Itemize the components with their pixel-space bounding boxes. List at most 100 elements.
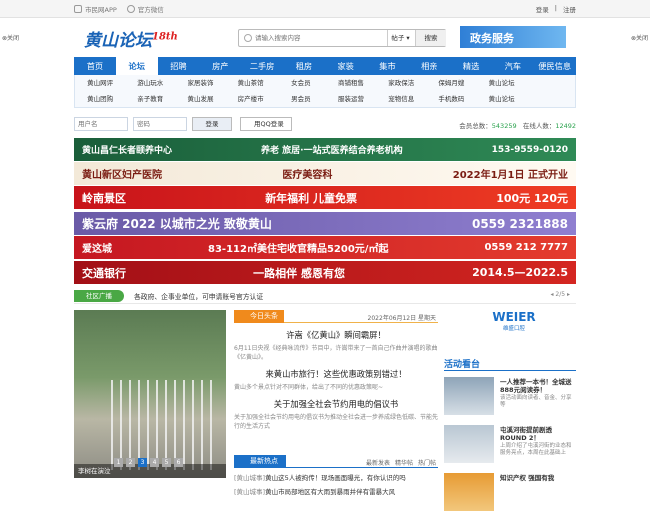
broadcast-text[interactable]: 各政府、企事业单位，可申请账号官方认证 bbox=[134, 291, 263, 301]
hot-topics: 最新热点 最新发表 精华帖 热门帖 [黄山城事]黄山这5人被拘传！现场画面曝光，有你… bbox=[234, 455, 438, 496]
app-link[interactable]: 市民网APP bbox=[74, 4, 117, 14]
sub-nav-item[interactable]: 保姆月嫂 bbox=[426, 76, 476, 91]
hot-text: 黄山这5人被拘传！现场画面曝光，有你认识的吗 bbox=[265, 474, 406, 482]
nav-item-3[interactable]: 房产 bbox=[199, 57, 241, 75]
hot-item[interactable]: [黄山城事]黄山市局部地区有大雨到暴雨并伴有雷暴大风 bbox=[234, 486, 438, 496]
activity-title: 屯溪河街提前剧透 ROUND 2！ bbox=[500, 426, 552, 442]
page-dot[interactable]: 5 bbox=[162, 458, 171, 467]
nav-item-4[interactable]: 二手房 bbox=[241, 57, 283, 75]
activity-header: 活动看台 bbox=[444, 357, 576, 371]
hot-tab[interactable]: 热门帖 bbox=[418, 458, 436, 467]
register-link[interactable]: 注册 bbox=[563, 4, 576, 14]
activity-desc: 该活动面向读者、音金、分享等 bbox=[500, 395, 572, 408]
search-button[interactable]: 搜索 bbox=[415, 30, 446, 46]
hot-label: 最新热点 bbox=[234, 455, 286, 468]
sub-nav-item[interactable]: 黄山论坛 bbox=[477, 76, 527, 91]
sub-nav-item[interactable]: 男会员 bbox=[276, 92, 326, 107]
wechat-icon bbox=[126, 5, 135, 13]
sub-nav-item[interactable]: 黄山论坛 bbox=[477, 92, 527, 107]
top-bar-right: 登录 | 注册 bbox=[535, 4, 576, 14]
sub-nav-item[interactable]: 亲子教育 bbox=[125, 92, 175, 107]
ad-banner[interactable]: 爱这城 83-112㎡美住宅收官精品5200元/㎡起 0559 212 7777 bbox=[74, 236, 576, 259]
site-logo[interactable]: 黄山论坛18th bbox=[84, 26, 178, 51]
hot-item[interactable]: [黄山城事]黄山这5人被拘传！现场画面曝光，有你认识的吗 bbox=[234, 472, 438, 482]
login-button[interactable]: 登录 bbox=[192, 117, 232, 131]
today-header: 今日头条 2022年06月12日 星期天 bbox=[234, 310, 438, 323]
banner-left: 岭南景区 bbox=[82, 191, 126, 205]
hot-tab[interactable]: 最新发表 bbox=[366, 458, 390, 467]
username-input[interactable] bbox=[74, 117, 128, 131]
banner-mid: 养老 旅居·一站式医养结合养老机构 bbox=[261, 146, 403, 156]
banner-mid: 新年福利 儿童免票 bbox=[265, 191, 358, 205]
nav-item-2[interactable]: 招聘 bbox=[158, 57, 200, 75]
wechat-link[interactable]: 官方微信 bbox=[126, 4, 164, 14]
page-dot[interactable]: 3 bbox=[138, 458, 147, 467]
search-input[interactable] bbox=[255, 32, 375, 44]
site-stats: 会员总数：543259 在线人数：12492 bbox=[459, 122, 576, 130]
login-link[interactable]: 登录 bbox=[536, 4, 549, 14]
search-icon bbox=[244, 34, 252, 42]
nav-item-9[interactable]: 精选 bbox=[450, 57, 492, 75]
ad-banner[interactable]: 黄山新区妇产医院 医疗美容科 2022年1月1日 正式开业 bbox=[74, 162, 576, 185]
activity-board: 活动看台 一人推荐一本书！全城送888元阅读券！ 该活动面向读者、音金、分享等 屯溪… bbox=[444, 357, 576, 515]
page-dot[interactable]: 1 bbox=[114, 458, 123, 467]
sub-nav-item[interactable]: 游山玩水 bbox=[125, 76, 175, 91]
banner-left: 爱这城 bbox=[82, 244, 112, 255]
nav-item-8[interactable]: 相亲 bbox=[408, 57, 450, 75]
sub-nav-item[interactable]: 服装运营 bbox=[326, 92, 376, 107]
activity-item[interactable]: 屯溪河街提前剧透 ROUND 2！ 上周介绍了屯溪河街的业态和服务亮点，本周在此基… bbox=[444, 425, 576, 467]
weier-ad[interactable]: WEIER 维盛口腔 bbox=[486, 310, 542, 350]
hot-text: 黄山市局部地区有大雨到暴雨并伴有雷暴大风 bbox=[265, 488, 396, 496]
nav-item-10[interactable]: 汽车 bbox=[492, 57, 534, 75]
banner-mid: 医疗美容科 bbox=[282, 170, 333, 181]
headline-title[interactable]: 许嵩《亿黄山》瞬间霸屏！ bbox=[234, 329, 438, 341]
banner-left: 交通银行 bbox=[82, 266, 126, 280]
headline-title[interactable]: 关于加强全社会节约用电的倡议书 bbox=[234, 398, 438, 410]
page-dot[interactable]: 6 bbox=[174, 458, 183, 467]
banner-mid: 83-112㎡美住宅收官精品5200元/㎡起 bbox=[208, 244, 389, 255]
page-dot[interactable]: 4 bbox=[150, 458, 159, 467]
headline-title[interactable]: 来黄山市旅行！这些优惠政策别错过！ bbox=[234, 368, 438, 380]
sub-nav-item[interactable]: 宠物信息 bbox=[376, 92, 426, 107]
activity-item[interactable]: 一人推荐一本书！全城送888元阅读券！ 该活动面向读者、音金、分享等 bbox=[444, 377, 576, 419]
activity-title: 知识产权 强国有我 bbox=[500, 474, 555, 482]
right-close-button[interactable]: ⊗关闭 bbox=[631, 33, 648, 42]
left-close-button[interactable]: ⊗关闭 bbox=[2, 33, 19, 42]
qq-login-button[interactable]: 用QQ登录 bbox=[240, 117, 292, 131]
nav-item-1[interactable]: 论坛 bbox=[115, 57, 158, 75]
ad-banner[interactable]: 紫云府 2022 以城市之光 致敬黄山 0559 2321888 bbox=[74, 212, 576, 235]
search-type-select[interactable]: 帖子 ▾ bbox=[387, 30, 413, 46]
sub-nav-item[interactable]: 黄山茶馆 bbox=[226, 76, 276, 91]
password-input[interactable] bbox=[133, 117, 187, 131]
gov-service-banner[interactable]: 政务服务 bbox=[460, 26, 566, 48]
nav-item-6[interactable]: 家装 bbox=[325, 57, 367, 75]
ad-banner[interactable]: 交通银行 一路相伴 感恩有您 2014.5—2022.5 bbox=[74, 261, 576, 284]
hot-tab[interactable]: 精华帖 bbox=[395, 458, 413, 467]
sub-nav-item[interactable]: 黄山网评 bbox=[75, 76, 125, 91]
sub-nav-item[interactable]: 家居装饰 bbox=[175, 76, 225, 91]
headline-desc: 关于加强全社会节约用电的倡议书为推动全社会进一步养成绿色低碳、节能先行的生活方式 bbox=[234, 414, 439, 430]
sub-nav-row: 黄山网评 游山玩水 家居装饰 黄山茶馆 女会员 商铺租售 家政保洁 保姆月嫂 黄山论坛 bbox=[75, 76, 575, 91]
sub-nav-item[interactable]: 房产楼市 bbox=[226, 92, 276, 107]
activity-item[interactable]: 知识产权 强国有我 bbox=[444, 473, 576, 515]
banner-right: 2014.5—2022.5 bbox=[472, 266, 568, 279]
nav-item-0[interactable]: 首页 bbox=[74, 57, 116, 75]
sub-nav-item[interactable]: 家政保洁 bbox=[376, 76, 426, 91]
ad-banner[interactable]: 岭南景区 新年福利 儿童免票 100元 120元 bbox=[74, 186, 576, 209]
nav-item-7[interactable]: 集市 bbox=[367, 57, 409, 75]
photo-pager: 123456 bbox=[114, 458, 183, 467]
sub-nav-item[interactable]: 黄山团购 bbox=[75, 92, 125, 107]
page-dot[interactable]: 2 bbox=[126, 458, 135, 467]
today-label: 今日头条 bbox=[234, 310, 284, 323]
broadcast-pager[interactable]: ◂ 2/5 ▸ bbox=[551, 291, 571, 298]
sub-nav-item[interactable]: 女会员 bbox=[276, 76, 326, 91]
nav-item-5[interactable]: 租房 bbox=[283, 57, 325, 75]
nav-item-11[interactable]: 便民信息 bbox=[534, 57, 576, 75]
featured-photo[interactable]: 李树在演泣 bbox=[74, 310, 226, 478]
ad-banner[interactable]: 黄山昌仁长者颐养中心 养老 旅居·一站式医养结合养老机构 153-9559-0120 bbox=[74, 138, 576, 161]
sub-nav-item[interactable]: 商铺租售 bbox=[326, 76, 376, 91]
today-headlines: 今日头条 2022年06月12日 星期天 许嵩《亿黄山》瞬间霸屏！ 6月11日央视… bbox=[234, 310, 438, 431]
sub-nav-item[interactable]: 黄山发展 bbox=[175, 92, 225, 107]
sub-nav-item[interactable]: 手机数码 bbox=[426, 92, 476, 107]
banner-right: 0559 212 7777 bbox=[484, 242, 568, 253]
